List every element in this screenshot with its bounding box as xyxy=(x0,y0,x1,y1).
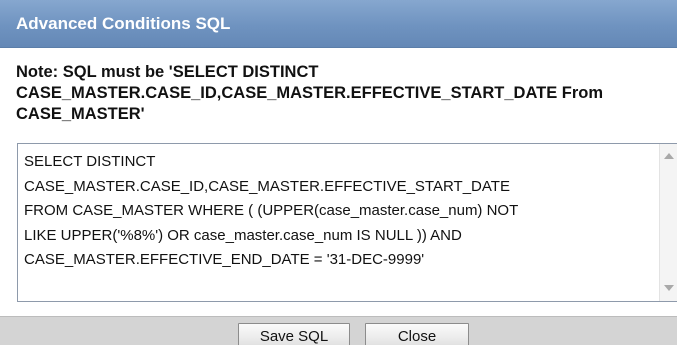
advanced-conditions-sql-dialog: Advanced Conditions SQL Note: SQL must b… xyxy=(0,0,677,345)
scroll-up-arrow-icon[interactable] xyxy=(664,153,674,159)
save-sql-button[interactable]: Save SQL xyxy=(238,323,350,345)
sql-vertical-scrollbar[interactable] xyxy=(659,144,677,301)
dialog-titlebar[interactable]: Advanced Conditions SQL xyxy=(0,0,677,48)
sql-textarea[interactable]: SELECT DISTINCT CASE_MASTER.CASE_ID,CASE… xyxy=(17,143,677,302)
close-button[interactable]: Close xyxy=(365,323,469,345)
sql-note: Note: SQL must be 'SELECT DISTINCT CASE_… xyxy=(16,63,604,123)
dialog-button-bar: Save SQL Close xyxy=(0,316,677,345)
scroll-down-arrow-icon[interactable] xyxy=(664,285,674,291)
sql-text-content[interactable]: SELECT DISTINCT CASE_MASTER.CASE_ID,CASE… xyxy=(24,150,644,273)
dialog-title: Advanced Conditions SQL xyxy=(16,14,231,33)
